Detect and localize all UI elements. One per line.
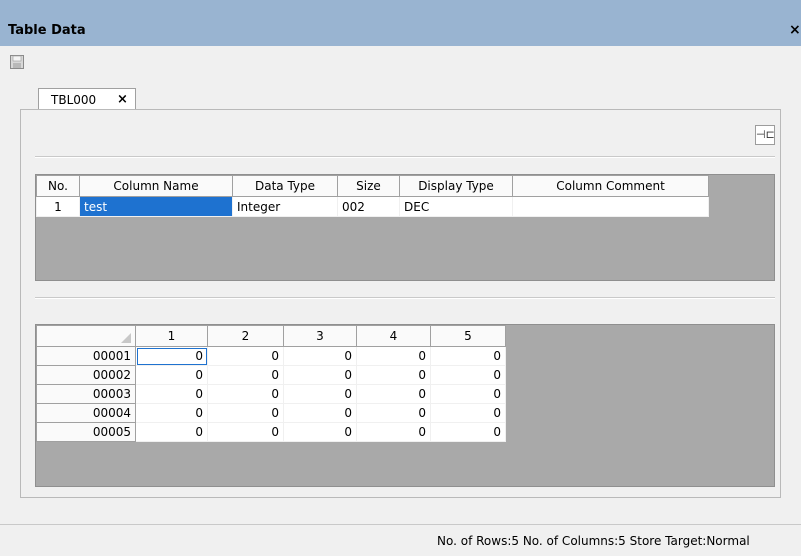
data-cell[interactable]: 0 [283,422,357,442]
header-size[interactable]: Size [337,175,400,197]
data-cell[interactable]: 0 [207,365,284,385]
header-display-type[interactable]: Display Type [399,175,513,197]
row-header[interactable]: 00004 [36,403,136,423]
column-header[interactable]: 3 [283,325,357,347]
column-header[interactable]: 2 [207,325,284,347]
data-cell[interactable]: 0 [135,422,208,442]
data-cell[interactable]: 0 [135,384,208,404]
column-header[interactable]: 1 [135,325,208,347]
data-cell[interactable]: 0 [283,346,357,366]
data-cell[interactable]: 0 [283,403,357,423]
corner-triangle-icon [121,333,131,343]
data-cell[interactable]: 0 [430,384,506,404]
header-data-type[interactable]: Data Type [232,175,338,197]
data-cell[interactable]: 0 [430,365,506,385]
data-cell[interactable]: 0 [283,384,357,404]
data-cell[interactable]: 0 [356,403,431,423]
table-row: 00004 0 0 0 0 0 [36,403,506,423]
data-cell[interactable]: 0 [356,346,431,366]
data-cell[interactable]: 0 [356,422,431,442]
column-header[interactable]: 4 [356,325,431,347]
table-panel: ⊣⊏ No. Column Name Data Type Size Displa… [20,109,781,498]
toolbar [0,46,801,78]
data-cell[interactable]: 0 [207,346,284,366]
tab-strip: TBL000 × [0,78,801,110]
data-cell[interactable]: 0 [135,365,208,385]
row-header[interactable]: 00003 [36,384,136,404]
table-row: 00002 0 0 0 0 0 [36,365,506,385]
divider [35,156,775,158]
window-title: Table Data [8,23,86,38]
cell-column-comment[interactable] [512,196,709,217]
title-bar: Table Data × [0,0,801,46]
tab-label: TBL000 [51,93,97,107]
column-definition-grid: No. Column Name Data Type Size Display T… [35,174,775,281]
window-close-button[interactable]: × [789,22,801,38]
data-grid: 1 2 3 4 5 00001 0 0 0 0 0 00002 0 0 0 0 0 00003 0 0 0 0 0… [35,324,775,487]
data-cell[interactable]: 0 [135,403,208,423]
row-header[interactable]: 00001 [36,346,136,366]
cell-data-type[interactable]: Integer [232,196,338,217]
cell-no[interactable]: 1 [36,196,80,217]
data-cell[interactable]: 0 [356,384,431,404]
pin-button[interactable]: ⊣⊏ [755,125,775,145]
table-row: 00005 0 0 0 0 0 [36,422,506,442]
data-cell[interactable]: 0 [356,365,431,385]
tab-close-icon[interactable]: × [117,92,128,107]
header-no[interactable]: No. [36,175,80,197]
cell-size[interactable]: 002 [337,196,400,217]
table-row: 00001 0 0 0 0 0 [36,346,506,366]
data-cell[interactable]: 0 [207,422,284,442]
cell-display-type[interactable]: DEC [399,196,513,217]
data-cell[interactable]: 0 [207,384,284,404]
table-row: 1 test Integer 002 DEC [36,196,709,217]
data-cell[interactable]: 0 [283,365,357,385]
select-all-corner[interactable] [36,325,136,347]
header-column-comment[interactable]: Column Comment [512,175,709,197]
data-cell[interactable]: 0 [135,346,208,366]
tab-tbl000[interactable]: TBL000 × [38,88,136,110]
save-icon[interactable] [10,55,24,69]
status-bar: No. of Rows:5 No. of Columns:5 Store Tar… [0,524,801,556]
cell-column-name[interactable]: test [79,196,233,217]
column-header[interactable]: 5 [430,325,506,347]
coldef-header-row: No. Column Name Data Type Size Display T… [36,175,709,197]
table-row: 00003 0 0 0 0 0 [36,384,506,404]
header-column-name[interactable]: Column Name [79,175,233,197]
data-cell[interactable]: 0 [430,346,506,366]
row-header[interactable]: 00002 [36,365,136,385]
data-header-row: 1 2 3 4 5 [36,325,506,347]
row-header[interactable]: 00005 [36,422,136,442]
divider [35,297,775,299]
data-cell[interactable]: 0 [207,403,284,423]
data-cell[interactable]: 0 [430,422,506,442]
status-text: No. of Rows:5 No. of Columns:5 Store Tar… [437,534,750,548]
data-cell[interactable]: 0 [430,403,506,423]
